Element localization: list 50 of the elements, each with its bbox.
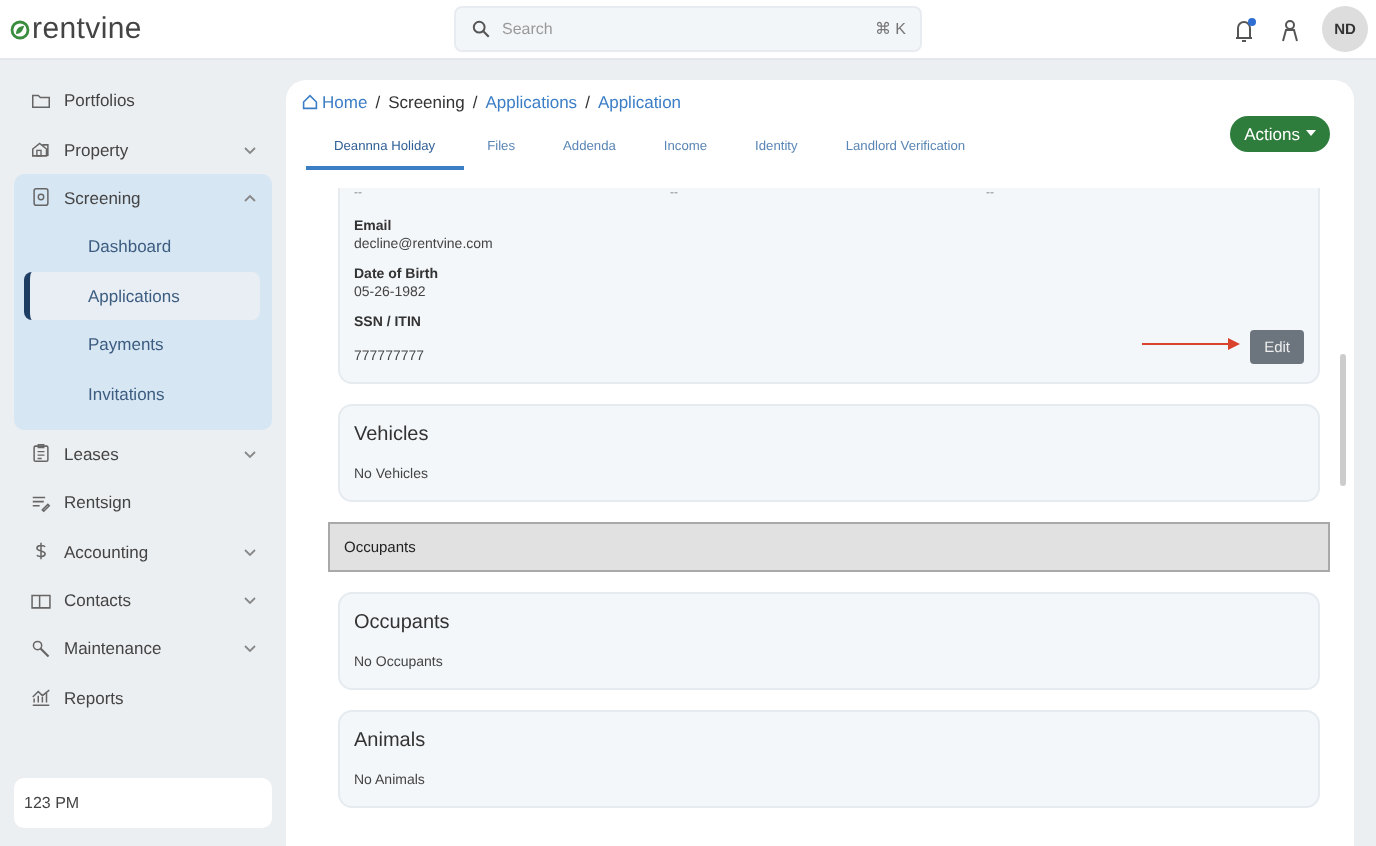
person-icon[interactable] (1278, 17, 1302, 41)
status-box: 123 PM (14, 778, 272, 828)
logo-icon (10, 19, 30, 39)
breadcrumb-separator: / (472, 92, 478, 112)
sidebar-item[interactable]: Rentsign (14, 478, 272, 528)
sidebar-subitem[interactable]: Payments (24, 319, 260, 369)
section-title: Occupants (354, 612, 452, 634)
breadcrumb-link[interactable]: Applications (485, 92, 578, 112)
home-icon (302, 94, 318, 110)
sidebar-item[interactable]: Screening (14, 173, 272, 223)
sidebar-icon (30, 138, 52, 161)
sidebar-icon (30, 589, 52, 612)
sidebar-icon (30, 491, 52, 514)
chevron-icon (242, 189, 258, 206)
breadcrumb-link[interactable]: Application (597, 92, 682, 112)
sidebar-item[interactable]: Maintenance (14, 624, 272, 674)
annotation-arrow (1142, 336, 1243, 352)
logo-text: rentvine (32, 12, 142, 46)
sidebar-icon (30, 89, 52, 112)
sidebar-icon (30, 637, 52, 660)
chevron-icon (242, 543, 258, 560)
section-title: Vehicles (354, 424, 431, 446)
sidebar-subitem[interactable]: Dashboard (24, 222, 260, 272)
sidebar-icon (30, 442, 52, 465)
sidebar-subitem[interactable]: Invitations (24, 368, 260, 418)
chevron-icon (242, 640, 258, 657)
notification-bell-icon[interactable] (1230, 15, 1258, 43)
sidebar-icon (30, 686, 52, 709)
breadcrumb-separator: / (375, 92, 381, 112)
chevron-icon (242, 445, 258, 462)
chevron-icon (242, 141, 258, 158)
shortcut-hint: ⌘ K (874, 20, 906, 38)
chevron-icon (242, 592, 258, 609)
sidebar-item[interactable]: Reports (14, 673, 272, 723)
sidebar-item[interactable]: Leases (14, 429, 272, 479)
sidebar-icon (30, 540, 52, 563)
sidebar-item[interactable]: Property (14, 124, 272, 174)
breadcrumb-separator: / (585, 92, 590, 112)
sidebar-subitem[interactable]: Applications (24, 271, 260, 320)
search-icon (472, 20, 490, 38)
caret-icon (1306, 130, 1316, 138)
scrollbar[interactable] (1340, 354, 1346, 486)
sidebar-icon (30, 186, 52, 209)
sidebar-item[interactable]: Contacts (14, 575, 272, 625)
breadcrumb-current: Screening (388, 92, 465, 112)
sidebar-item[interactable]: Accounting (14, 527, 272, 576)
sidebar-item[interactable]: Portfolios (14, 76, 272, 125)
actions-button[interactable]: Actions (1230, 116, 1330, 152)
section-title: Animals (354, 730, 428, 752)
breadcrumb-link[interactable]: Home (302, 92, 368, 112)
